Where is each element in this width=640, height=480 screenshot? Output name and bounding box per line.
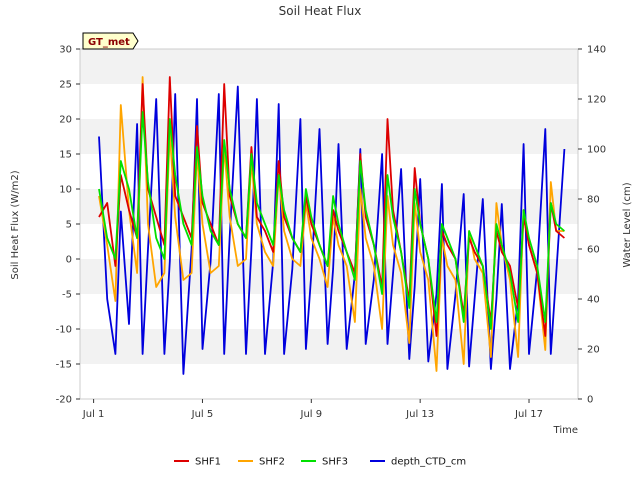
background-band: [80, 49, 578, 84]
y2-tick-label: 120: [587, 95, 606, 106]
station-badge-label: GT_met: [88, 37, 130, 48]
chart-title: Soil Heat Flux: [279, 4, 362, 18]
y-tick-label: 0: [66, 255, 72, 266]
legend-item-depth_CTD_cm: depth_CTD_cm: [370, 457, 466, 468]
soil-heat-flux-chart: Soil Heat Flux -20 -15 -10 -5 0 5 10 15 20 25 30 0 2…: [10, 4, 633, 468]
y2-tick-label: 40: [587, 295, 600, 306]
y2-tick-label: 20: [587, 345, 600, 356]
y2-tick-label: 100: [587, 145, 606, 156]
y-tick-label: -5: [62, 290, 72, 301]
y-tick-label: 10: [59, 185, 72, 196]
x-tick-label: Jul 17: [514, 409, 543, 420]
x-tick-label: Jul 1: [82, 409, 105, 420]
station-badge: GT_met: [82, 32, 139, 50]
y2-tick-label: 140: [587, 45, 606, 56]
legend-label: SHF2: [259, 457, 285, 468]
x-tick-label: Jul 9: [300, 409, 323, 420]
x-tick-label: Jul 5: [191, 409, 214, 420]
y-tick-label: 5: [66, 220, 72, 231]
legend: SHF1 SHF2 SHF3 depth_CTD_cm: [174, 457, 466, 468]
y-tick-label: -10: [56, 325, 72, 336]
legend-label: SHF1: [195, 457, 221, 468]
y2-tick-label: 0: [587, 395, 593, 406]
legend-item-SHF3: SHF3: [301, 457, 348, 468]
x-tick-label: Jul 13: [405, 409, 434, 420]
y-tick-label: -20: [56, 395, 72, 406]
legend-label: depth_CTD_cm: [391, 457, 466, 468]
y-tick-label: 20: [59, 115, 72, 126]
y2-axis-title: Water Level (cm): [622, 182, 633, 267]
y-tick-label: 30: [59, 45, 72, 56]
y-tick-label: 15: [59, 150, 72, 161]
y-tick-label: 25: [59, 80, 72, 91]
y2-tick-label: 80: [587, 195, 600, 206]
y-axis-title: Soil Heat Flux (W/m2): [10, 170, 21, 279]
legend-item-SHF1: SHF1: [174, 457, 221, 468]
x-axis-title: Time: [553, 425, 578, 436]
legend-item-SHF2: SHF2: [238, 457, 285, 468]
legend-label: SHF3: [322, 457, 348, 468]
y-tick-label: -15: [56, 360, 72, 371]
y2-tick-label: 60: [587, 245, 600, 256]
